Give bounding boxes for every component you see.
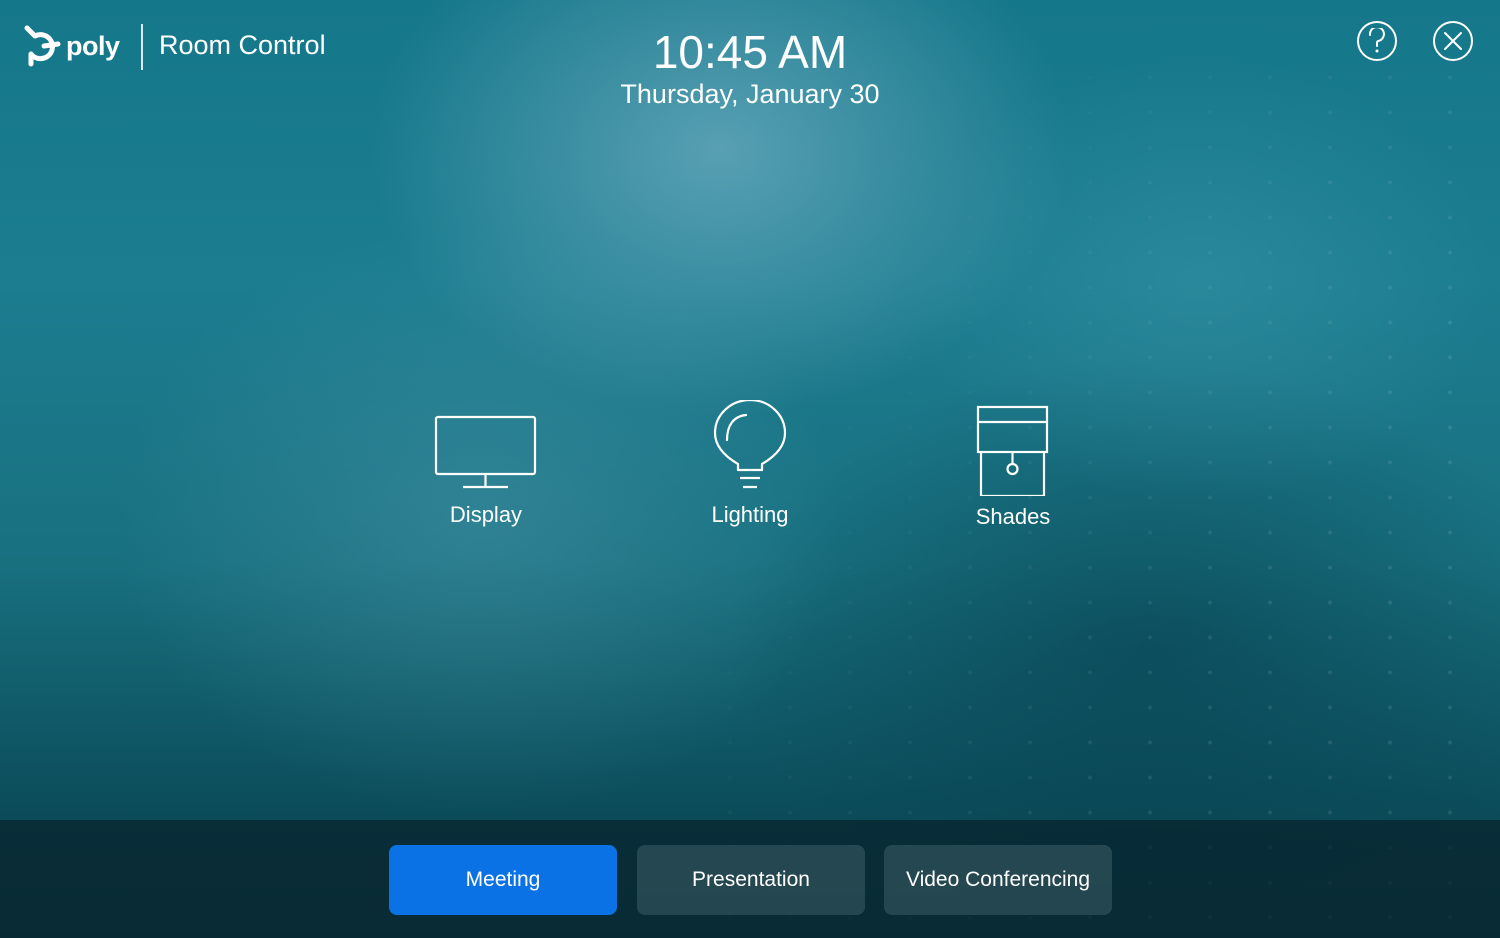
lighting-label: Lighting <box>711 502 789 527</box>
mode-bar: Meeting Presentation Video Conferencing <box>0 820 1500 938</box>
display-control[interactable]: Display <box>386 400 586 528</box>
mode-video-conferencing-button[interactable]: Video Conferencing <box>884 845 1112 915</box>
clock-date: Thursday, January 30 <box>620 79 880 109</box>
monitor-icon <box>434 415 537 489</box>
close-icon <box>1444 32 1462 50</box>
question-icon <box>1368 28 1385 53</box>
header: poly Room Control 10:45 AM Thursday, Jan… <box>0 0 1500 120</box>
window-shade-icon <box>976 405 1049 496</box>
mode-presentation-button[interactable]: Presentation <box>637 845 865 915</box>
display-label: Display <box>449 502 523 527</box>
shades-control[interactable]: Shades <box>913 400 1113 530</box>
close-button[interactable] <box>1433 21 1473 61</box>
room-controls: Display Lighting Shades <box>0 400 1500 570</box>
lighting-control[interactable]: Lighting <box>650 400 850 528</box>
lightbulb-icon <box>713 400 787 489</box>
clock-time: 10:45 AM <box>652 26 848 78</box>
help-button[interactable] <box>1357 21 1397 61</box>
shades-label: Shades <box>975 504 1051 529</box>
mode-meeting-button[interactable]: Meeting <box>389 845 617 915</box>
